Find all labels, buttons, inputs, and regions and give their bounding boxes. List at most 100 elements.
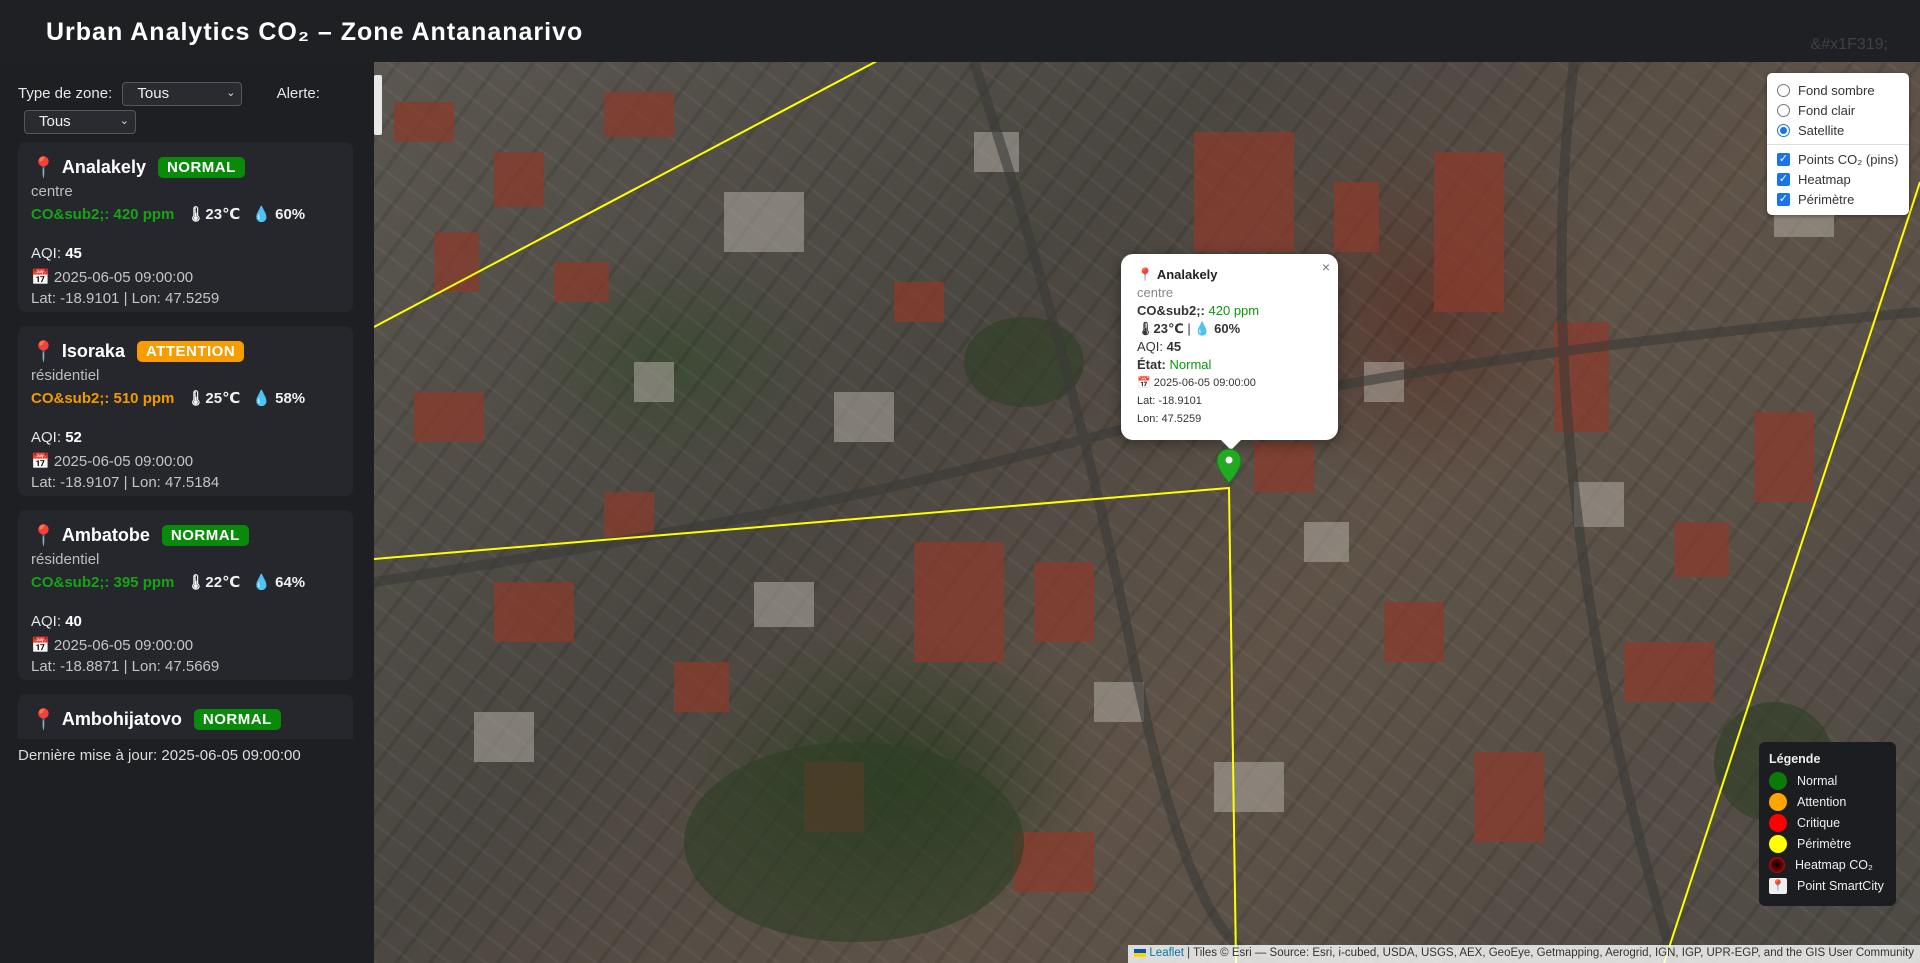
- legend-item-attention: Attention: [1769, 791, 1886, 812]
- co2-value: CO&sub2;: 510 ppm: [31, 389, 175, 407]
- base-layer-satellite[interactable]: Satellite: [1777, 120, 1899, 140]
- map-pin-icon: 📍: [31, 524, 56, 547]
- popup-state: Normal: [1169, 357, 1212, 372]
- perimeter-lines: [374, 62, 1920, 963]
- sidebar-scrollbar[interactable]: [374, 75, 382, 135]
- overlay-perimeter[interactable]: ✓ Périmètre: [1777, 189, 1899, 209]
- zone-card[interactable]: 📍 Isoraka ATTENTION résidentiel CO&sub2;…: [18, 326, 353, 496]
- map-pin-icon: 📍: [1137, 267, 1154, 282]
- calendar-icon: 📅: [31, 637, 50, 654]
- popup-lon: Lon: 47.5259: [1137, 413, 1202, 425]
- checkbox-icon: ✓: [1777, 192, 1790, 206]
- alert-label: Alerte:: [276, 85, 320, 102]
- status-badge: NORMAL: [157, 156, 245, 178]
- popup-state-label: État:: [1137, 357, 1166, 372]
- droplet-icon: 💧: [252, 206, 271, 223]
- zone-type: résidentiel: [31, 367, 100, 384]
- legend-item-normal: Normal: [1769, 770, 1886, 791]
- timestamp: 2025-06-05 09:00:00: [53, 637, 194, 654]
- calendar-icon: 📅: [1137, 377, 1151, 389]
- aqi-value: 40: [65, 613, 82, 630]
- close-icon[interactable]: ×: [1322, 258, 1330, 276]
- zone-card[interactable]: 📍 Ambatobe NORMAL résidentiel CO&sub2;: …: [18, 510, 353, 680]
- app-header: Urban Analytics CO₂ – Zone Antananarivo …: [0, 0, 1920, 62]
- humidity-value: 58%: [275, 390, 306, 407]
- zone-name: Ambohijatovo: [61, 708, 182, 729]
- overlay-co2-pins[interactable]: ✓ Points CO₂ (pins): [1777, 149, 1899, 169]
- legend-item-heatmap: Heatmap CO₂: [1769, 854, 1886, 875]
- humidity-value: 64%: [275, 574, 306, 591]
- zone-list: 📍 Analakely NORMAL centre CO&sub2;: 420 …: [18, 142, 353, 739]
- overlay-heatmap[interactable]: ✓ Heatmap: [1777, 169, 1899, 189]
- last-updated: Dernière mise à jour: 2025-06-05 09:00:0…: [18, 747, 301, 764]
- zone-name: Analakely: [61, 156, 146, 177]
- page-title: Urban Analytics CO₂ – Zone Antananarivo: [46, 18, 584, 46]
- layer-control: Fond sombre Fond clair Satellite ✓ Points…: [1767, 73, 1909, 215]
- radio-icon: [1777, 83, 1790, 97]
- status-badge: NORMAL: [193, 708, 281, 730]
- red-dot-icon: [1769, 813, 1787, 832]
- zone-card[interactable]: 📍 Analakely NORMAL centre CO&sub2;: 420 …: [18, 142, 353, 312]
- base-layer-light[interactable]: Fond clair: [1777, 100, 1899, 120]
- temperature-value: 22℃: [205, 574, 241, 591]
- droplet-icon: 💧: [252, 390, 271, 407]
- popup-type: centre: [1137, 285, 1174, 300]
- legend-item-smartcity: 📍 Point SmartCity: [1769, 875, 1886, 896]
- zone-type-value: Tous: [137, 85, 170, 102]
- zone-type: résidentiel: [31, 551, 100, 568]
- aqi-label: AQI:: [31, 429, 62, 446]
- popup-co2-value: 420 ppm: [1208, 303, 1260, 318]
- legend-title: Légende: [1769, 752, 1821, 766]
- alert-select[interactable]: Tous ⌄: [24, 110, 136, 134]
- popup-lat: Lat: -18.9101: [1137, 395, 1202, 407]
- zone-type: parc: [31, 735, 340, 739]
- map-attribution: Leaflet | Tiles © Esri — Source: Esri, i…: [1128, 945, 1920, 963]
- zone-type-label: Type de zone:: [18, 85, 113, 102]
- base-layer-dark[interactable]: Fond sombre: [1777, 80, 1899, 100]
- aqi-value: 52: [65, 429, 82, 446]
- alert-value: Tous: [39, 113, 71, 130]
- aqi-label: AQI:: [31, 245, 62, 262]
- zone-name: Isoraka: [61, 340, 125, 361]
- aqi-label: AQI:: [31, 613, 62, 630]
- leaflet-link[interactable]: Leaflet: [1149, 947, 1184, 959]
- chevron-down-icon: ⌄: [226, 87, 236, 99]
- map-pin-icon: 📍: [31, 340, 56, 363]
- co2-value: CO&sub2;: 420 ppm: [31, 205, 175, 223]
- divider: [1767, 144, 1909, 145]
- zone-card[interactable]: 📍 Ambohijatovo NORMAL parc: [18, 694, 353, 739]
- thermometer-icon: 🌡: [186, 206, 206, 223]
- heatmap-icon: [1769, 856, 1785, 873]
- co2-value: CO&sub2;: 395 ppm: [31, 573, 175, 591]
- map-popup: × 📍 Analakely centre CO&sub2;: 420 ppm 🌡…: [1121, 254, 1338, 450]
- status-badge: ATTENTION: [136, 340, 245, 362]
- map-marker-icon[interactable]: [1216, 448, 1242, 484]
- aqi-value: 45: [65, 245, 82, 262]
- zone-name: Ambatobe: [61, 524, 150, 545]
- map-legend: Légende Normal Attention Critique Périmè…: [1759, 742, 1896, 906]
- legend-item-perimeter: Périmètre: [1769, 833, 1886, 854]
- map[interactable]: Leaflet | Tiles © Esri — Source: Esri, i…: [374, 62, 1920, 963]
- popup-humidity: 60%: [1214, 321, 1241, 336]
- green-dot-icon: [1769, 771, 1787, 790]
- popup-date: 2025-06-05 09:00:00: [1153, 377, 1256, 389]
- popup-temperature: 23℃: [1153, 321, 1184, 336]
- popup-aqi: 45: [1166, 339, 1182, 354]
- zone-type-select[interactable]: Tous ⌄: [122, 82, 243, 106]
- droplet-icon: 💧: [1194, 321, 1211, 336]
- theme-toggle-button[interactable]: &#x1F319;: [1811, 36, 1888, 54]
- popup-aqi-label: AQI:: [1137, 339, 1164, 354]
- map-pin-icon: 📍: [31, 708, 56, 731]
- orange-dot-icon: [1769, 792, 1787, 811]
- timestamp: 2025-06-05 09:00:00: [53, 269, 194, 286]
- calendar-icon: 📅: [31, 269, 50, 286]
- filters: Type de zone: Tous ⌄ Alerte: Tous ⌄: [18, 82, 358, 134]
- radio-icon: [1777, 103, 1790, 117]
- temperature-value: 25℃: [205, 390, 241, 407]
- checkbox-icon: ✓: [1777, 172, 1790, 186]
- coordinates: Lat: -18.9101 | Lon: 47.5259: [31, 290, 220, 307]
- ukraine-flag-icon: [1134, 948, 1147, 957]
- humidity-value: 60%: [275, 206, 306, 223]
- checkbox-icon: ✓: [1777, 152, 1790, 166]
- legend-item-critical: Critique: [1769, 812, 1886, 833]
